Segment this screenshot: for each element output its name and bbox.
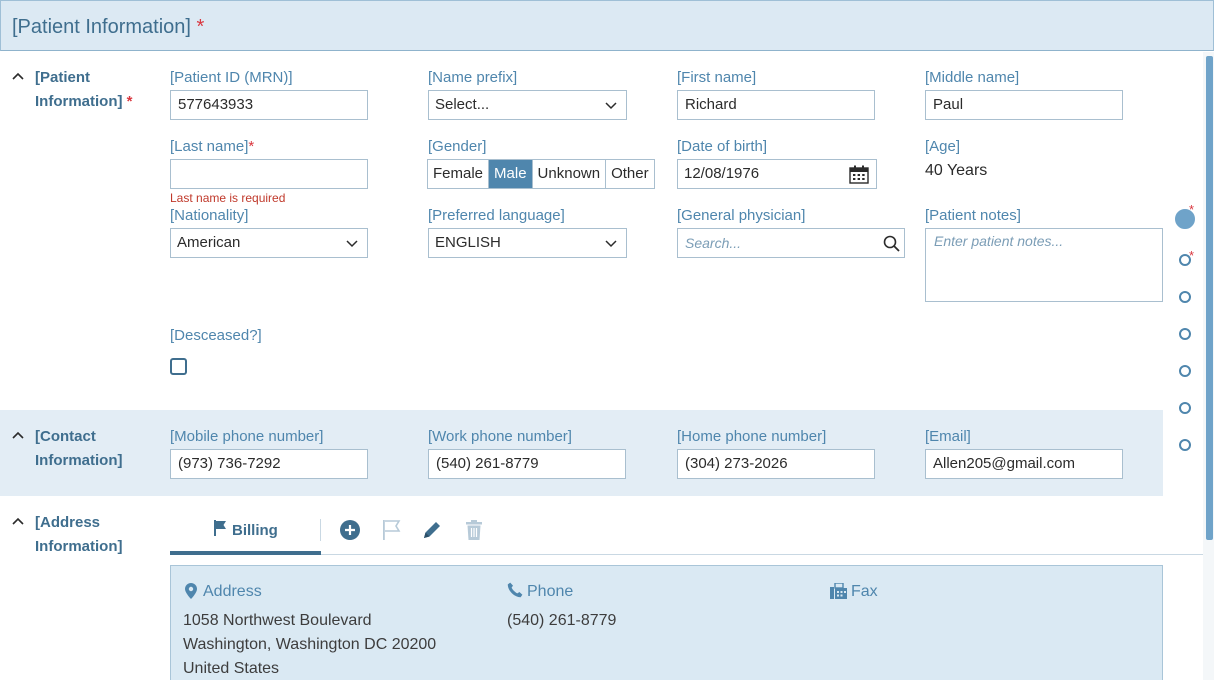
gender-option-male[interactable]: Male: [489, 160, 533, 188]
last-name-label: [Last name]*: [170, 138, 254, 155]
middle-name-label: [Middle name]: [925, 69, 1020, 86]
add-circle-icon[interactable]: [339, 519, 361, 541]
nav-dot-section-5[interactable]: [1179, 365, 1191, 377]
contact-section-label: [Contact Information]: [35, 425, 123, 473]
fax-heading: Fax: [851, 583, 878, 600]
required-mark: *: [248, 138, 255, 155]
patient-section-label-line2: Information]: [35, 93, 123, 110]
flag-icon: [214, 520, 226, 536]
pencil-icon[interactable]: [421, 519, 443, 541]
nav-dot-section-3[interactable]: [1179, 291, 1191, 303]
form-title-text: [Patient Information]: [12, 16, 191, 38]
contact-section-label-line1: [Contact: [35, 428, 96, 445]
last-name-input[interactable]: [170, 159, 368, 189]
work-phone-label: [Work phone number]: [428, 428, 572, 445]
mrn-label: [Patient ID (MRN)]: [170, 69, 293, 86]
phone-value: (540) 261-8779: [507, 612, 617, 629]
age-label: [Age]: [925, 138, 961, 155]
collapse-patient-section-icon[interactable]: [11, 70, 25, 84]
phone-icon: [507, 582, 523, 598]
billing-address-card: Address 1058 Northwest Boulevard Washing…: [170, 565, 1163, 680]
last-name-label-text: [Last name]: [170, 138, 249, 155]
physician-search-placeholder: Search...: [685, 235, 742, 251]
dob-input[interactable]: 12/08/1976: [677, 159, 877, 189]
address-section-label-line2: Information]: [35, 538, 123, 555]
address-section-label-line1: [Address: [35, 514, 101, 531]
fax-icon: [830, 583, 847, 599]
trash-icon[interactable]: [463, 519, 485, 541]
deceased-label: [Desceased?]: [170, 327, 262, 344]
work-phone-input[interactable]: (540) 261-8779: [428, 449, 626, 479]
required-mark: *: [126, 93, 133, 110]
patient-notes-textarea[interactable]: Enter patient notes...: [925, 228, 1163, 302]
map-marker-icon: [185, 583, 197, 599]
physician-label: [General physician]: [677, 207, 806, 224]
patient-section-label-line1: [Patient: [35, 69, 91, 86]
home-phone-label: [Home phone number]: [677, 428, 827, 445]
first-name-input[interactable]: Richard: [677, 90, 875, 120]
flag-outline-icon[interactable]: [381, 519, 403, 541]
form-title: [Patient Information] *: [12, 16, 204, 39]
physician-search-input[interactable]: Search...: [677, 228, 905, 258]
address-line3: United States: [183, 660, 280, 677]
last-name-error: Last name is required: [170, 191, 286, 205]
nav-dot-section-4[interactable]: [1179, 328, 1191, 340]
language-value: ENGLISH: [435, 234, 501, 251]
contact-section-label-line2: Information]: [35, 452, 123, 469]
middle-name-input[interactable]: Paul: [925, 90, 1123, 120]
chevron-down-icon: [605, 102, 617, 110]
first-name-label: [First name]: [677, 69, 757, 86]
gender-option-unknown[interactable]: Unknown: [533, 160, 607, 188]
name-prefix-label: [Name prefix]: [428, 69, 518, 86]
nav-dot-section-7[interactable]: [1179, 439, 1191, 451]
email-input[interactable]: Allen205@gmail.com: [925, 449, 1123, 479]
form-header: [Patient Information] *: [0, 0, 1214, 51]
address-heading: Address: [203, 583, 262, 600]
language-label: [Preferred language]: [428, 207, 565, 224]
tab-billing-label: Billing: [232, 522, 278, 539]
nationality-label: [Nationality]: [170, 207, 249, 224]
patient-notes-label: [Patient notes]: [925, 207, 1021, 224]
required-mark: *: [196, 16, 205, 38]
gender-label: [Gender]: [428, 138, 487, 155]
collapse-contact-section-icon[interactable]: [11, 429, 25, 443]
dob-label: [Date of birth]: [677, 138, 768, 155]
name-prefix-value: Select...: [435, 96, 490, 113]
chevron-down-icon: [605, 240, 617, 248]
phone-heading: Phone: [527, 583, 574, 600]
gender-option-female[interactable]: Female: [428, 160, 490, 188]
nationality-select[interactable]: American: [170, 228, 368, 258]
toolbar-separator: [320, 519, 321, 541]
name-prefix-select[interactable]: Select...: [428, 90, 627, 120]
mobile-phone-label: [Mobile phone number]: [170, 428, 324, 445]
deceased-checkbox[interactable]: [170, 358, 187, 375]
chevron-down-icon: [346, 240, 358, 248]
scrollbar-thumb[interactable]: [1206, 56, 1213, 540]
address-line1: 1058 Northwest Boulevard: [183, 612, 372, 629]
nationality-value: American: [177, 234, 241, 251]
mrn-input[interactable]: 577643933: [170, 90, 368, 120]
nav-dot-section-6[interactable]: [1179, 402, 1191, 414]
search-icon[interactable]: [883, 235, 900, 252]
language-select[interactable]: ENGLISH: [428, 228, 627, 258]
nav-required-mark: *: [1189, 248, 1195, 263]
dob-value: 12/08/1976: [684, 165, 760, 182]
address-section-label: [Address Information]: [35, 511, 123, 559]
email-label: [Email]: [925, 428, 971, 445]
calendar-icon[interactable]: [849, 165, 869, 184]
gender-toggle-group: Female Male Unknown Other: [427, 159, 655, 189]
home-phone-input[interactable]: (304) 273-2026: [677, 449, 875, 479]
collapse-address-section-icon[interactable]: [11, 515, 25, 529]
mobile-phone-input[interactable]: (973) 736-7292: [170, 449, 368, 479]
gender-option-other[interactable]: Other: [606, 160, 654, 188]
tab-billing[interactable]: Billing: [170, 514, 321, 555]
address-line2: Washington, Washington DC 20200: [183, 636, 437, 653]
patient-section-label: [Patient Information] *: [35, 66, 133, 114]
nav-required-mark: *: [1189, 202, 1195, 217]
age-value: 40 Years: [925, 162, 988, 179]
address-tabs-divider: [170, 554, 1203, 555]
